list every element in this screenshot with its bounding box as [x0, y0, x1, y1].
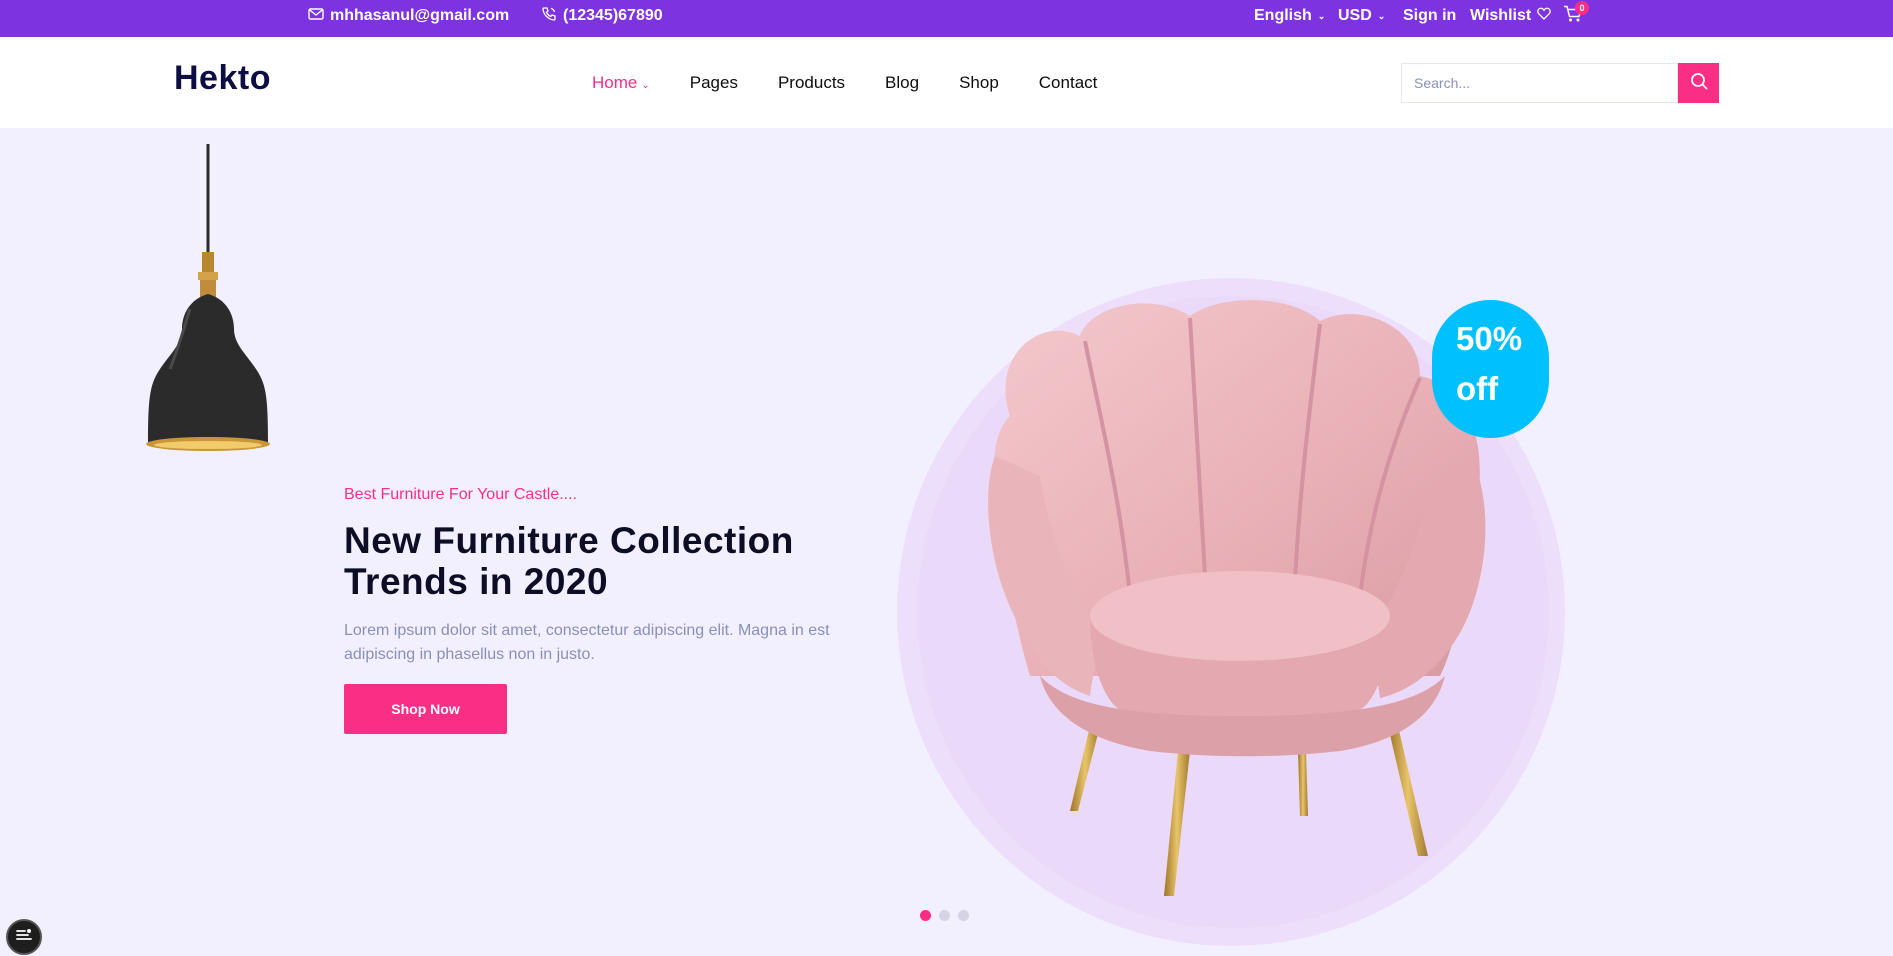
main-nav: Home ⌄ Pages Products Blog Shop Contact	[592, 73, 1137, 93]
hero-subtitle: Best Furniture For Your Castle....	[344, 486, 577, 503]
mail-icon	[308, 7, 324, 25]
slider-dot-1[interactable]	[920, 910, 931, 921]
slider-dots	[920, 910, 969, 921]
top-bar: mhhasanul@gmail.com (12345)67890 English…	[0, 0, 1893, 37]
phone-text: (12345)67890	[563, 7, 663, 24]
pendant-lamp-image	[120, 144, 290, 479]
nav-blog[interactable]: Blog	[885, 73, 919, 93]
signin-label: Sign in	[1403, 7, 1457, 24]
floating-menu-button[interactable]	[6, 919, 42, 955]
pink-armchair-image	[950, 296, 1510, 901]
wishlist-link[interactable]: Wishlist	[1470, 0, 1552, 32]
heart-icon	[1537, 7, 1552, 25]
chevron-down-icon: ⌄	[1377, 10, 1386, 21]
wishlist-label: Wishlist	[1470, 7, 1532, 24]
cart-button[interactable]: 0	[1563, 0, 1589, 32]
discount-badge: 50% off	[1432, 300, 1549, 438]
email-text: mhhasanul@gmail.com	[330, 7, 510, 24]
cart-icon: 0	[1563, 0, 1589, 28]
signin-link[interactable]: Sign in	[1403, 0, 1456, 32]
language-label: English	[1254, 7, 1312, 24]
search-icon	[1690, 72, 1708, 95]
discount-badge-value: 50%	[1456, 320, 1523, 357]
nav-home[interactable]: Home ⌄	[592, 73, 650, 93]
slider-dot-3[interactable]	[958, 910, 969, 921]
search-button[interactable]	[1678, 63, 1719, 103]
chevron-down-icon: ⌄	[1317, 10, 1326, 21]
hero-section: Best Furniture For Your Castle.... New F…	[0, 128, 1893, 956]
nav-shop[interactable]: Shop	[959, 73, 999, 93]
email-link[interactable]: mhhasanul@gmail.com	[308, 0, 509, 32]
slider-dot-2[interactable]	[939, 910, 950, 921]
nav-products[interactable]: Products	[778, 73, 845, 93]
currency-label: USD	[1338, 7, 1372, 24]
phone-icon	[541, 6, 557, 27]
hero-title: New Furniture Collection Trends in 2020	[344, 520, 794, 602]
search-input[interactable]	[1401, 63, 1678, 103]
nav-home-label: Home	[592, 73, 638, 92]
currency-select[interactable]: USD ⌄	[1338, 0, 1385, 32]
hero-description: Lorem ipsum dolor sit amet, consectetur …	[344, 622, 830, 663]
search-box	[1401, 63, 1719, 103]
main-header: Hekto Home ⌄ Pages Products Blog Shop Con…	[0, 37, 1893, 128]
shop-now-button[interactable]: Shop Now	[344, 684, 507, 734]
nav-pages[interactable]: Pages	[690, 73, 738, 93]
language-select[interactable]: English ⌄	[1254, 0, 1325, 32]
discount-badge-label: off	[1456, 370, 1499, 407]
site-logo[interactable]: Hekto	[174, 59, 271, 98]
chevron-down-icon: ⌄	[641, 80, 650, 91]
nav-contact[interactable]: Contact	[1039, 73, 1098, 93]
cart-count-badge: 0	[1575, 0, 1589, 15]
phone-link[interactable]: (12345)67890	[541, 0, 663, 32]
menu-icon	[15, 928, 33, 947]
